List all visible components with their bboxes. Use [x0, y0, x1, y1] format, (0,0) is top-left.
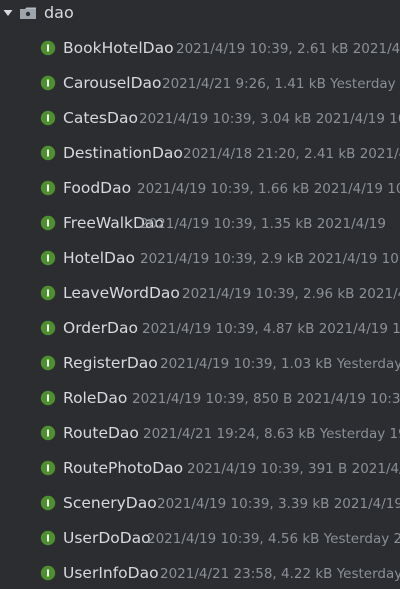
- file-meta: 2021/4/19 10:39, 2.96 kB 2021/4/: [182, 286, 400, 302]
- file-row[interactable]: I FoodDao 2021/4/19 10:39, 1.66 kB 2021/4/…: [0, 174, 400, 202]
- file-meta: 2021/4/19 10:39, 3.39 kB 2021/4/19: [157, 496, 400, 512]
- file-name: RegisterDao: [63, 354, 158, 372]
- file-meta: 2021/4/21 9:26, 1.41 kB Yesterday 9:2: [162, 76, 400, 92]
- file-meta: 2021/4/19 10:39, 4.87 kB 2021/4/19 10:3: [142, 321, 400, 337]
- interface-icon: I: [40, 460, 56, 476]
- interface-icon: I: [40, 180, 56, 196]
- interface-icon: I: [40, 355, 56, 371]
- folder-row-dao[interactable]: dao: [0, 0, 400, 28]
- interface-icon: I: [40, 215, 56, 231]
- file-meta: 2021/4/18 21:20, 2.41 kB 2021/4/: [183, 146, 400, 162]
- svg-text:I: I: [46, 219, 50, 230]
- file-meta: 2021/4/19 10:39, 1.35 kB 2021/4/19: [140, 216, 386, 232]
- svg-text:I: I: [46, 359, 50, 370]
- file-row[interactable]: I HotelDao 2021/4/19 10:39, 2.9 kB 2021/4/…: [0, 244, 400, 272]
- file-meta: 2021/4/19 10:39, 4.56 kB Yesterday 23: [147, 531, 400, 547]
- interface-icon: I: [40, 75, 56, 91]
- file-name: RoutePhotoDao: [63, 459, 184, 477]
- svg-text:I: I: [46, 254, 50, 265]
- file-row[interactable]: I RouteDao 2021/4/21 19:24, 8.63 kB Yester…: [0, 419, 400, 447]
- file-row[interactable]: I LeaveWordDao 2021/4/19 10:39, 2.96 kB 20…: [0, 279, 400, 307]
- file-row[interactable]: I CarouselDao 2021/4/21 9:26, 1.41 kB Yest…: [0, 69, 400, 97]
- file-meta: 2021/4/19 10:39, 3.04 kB 2021/4/19 10:3: [139, 111, 400, 127]
- svg-text:I: I: [46, 499, 50, 510]
- svg-text:I: I: [46, 464, 50, 475]
- interface-icon: I: [40, 40, 56, 56]
- file-name: CarouselDao: [63, 74, 162, 92]
- chevron-down-icon[interactable]: [2, 7, 14, 19]
- file-row[interactable]: I UserInfoDao 2021/4/21 23:58, 4.22 kB Yes…: [0, 559, 400, 587]
- svg-text:I: I: [46, 184, 50, 195]
- svg-text:I: I: [46, 429, 50, 440]
- file-row[interactable]: I BookHotelDao 2021/4/19 10:39, 2.61 kB 20…: [0, 34, 400, 62]
- file-name: RoleDao: [63, 389, 128, 407]
- file-meta: 2021/4/21 23:58, 4.22 kB Yesterday 2: [160, 566, 400, 582]
- file-name: DestinationDao: [63, 144, 183, 162]
- file-meta: 2021/4/19 10:39, 850 B 2021/4/19 10:35: [132, 391, 400, 407]
- svg-text:I: I: [46, 44, 50, 55]
- file-name: HotelDao: [63, 249, 135, 267]
- interface-icon: I: [40, 495, 56, 511]
- svg-text:I: I: [46, 394, 50, 405]
- file-row[interactable]: I OrderDao 2021/4/19 10:39, 4.87 kB 2021/4…: [0, 314, 400, 342]
- interface-icon: I: [40, 145, 56, 161]
- file-meta: 2021/4/21 19:24, 8.63 kB Yesterday 19:2: [143, 426, 400, 442]
- interface-icon: I: [40, 425, 56, 441]
- file-meta: 2021/4/19 10:39, 391 B 2021/4/1: [187, 461, 400, 477]
- file-meta: 2021/4/19 10:39, 1.66 kB 2021/4/19 10:3: [137, 181, 400, 197]
- file-name: BookHotelDao: [63, 39, 174, 57]
- file-row[interactable]: I UserDoDao 2021/4/19 10:39, 4.56 kB Yeste…: [0, 524, 400, 552]
- file-meta: 2021/4/19 10:39, 2.61 kB 2021/4/2: [176, 41, 400, 57]
- svg-text:I: I: [46, 534, 50, 545]
- file-row[interactable]: I RoleDao 2021/4/19 10:39, 850 B 2021/4/19…: [0, 384, 400, 412]
- file-name: OrderDao: [63, 319, 138, 337]
- file-name: LeaveWordDao: [63, 284, 180, 302]
- project-tree: dao I BookHotelDao 2021/4/19 10:39, 2.61 k…: [0, 0, 400, 589]
- file-row[interactable]: I SceneryDao 2021/4/19 10:39, 3.39 kB 2021…: [0, 489, 400, 517]
- svg-text:I: I: [46, 114, 50, 125]
- file-row[interactable]: I CatesDao 2021/4/19 10:39, 3.04 kB 2021/4…: [0, 104, 400, 132]
- interface-icon: I: [40, 530, 56, 546]
- interface-icon: I: [40, 250, 56, 266]
- file-name: UserInfoDao: [63, 564, 159, 582]
- file-row[interactable]: I RegisterDao 2021/4/19 10:39, 1.03 kB Yes…: [0, 349, 400, 377]
- interface-icon: I: [40, 390, 56, 406]
- interface-icon: I: [40, 110, 56, 126]
- folder-icon: [20, 7, 36, 19]
- file-name: UserDoDao: [63, 529, 151, 547]
- interface-icon: I: [40, 320, 56, 336]
- svg-text:I: I: [46, 569, 50, 580]
- file-row[interactable]: I RoutePhotoDao 2021/4/19 10:39, 391 B 202…: [0, 454, 400, 482]
- file-name: CatesDao: [63, 109, 138, 127]
- svg-text:I: I: [46, 324, 50, 335]
- file-name: SceneryDao: [63, 494, 157, 512]
- svg-text:I: I: [46, 79, 50, 90]
- interface-icon: I: [40, 565, 56, 581]
- file-row[interactable]: I FreeWalkDao 2021/4/19 10:39, 1.35 kB 202…: [0, 209, 400, 237]
- file-meta: 2021/4/19 10:39, 1.03 kB Yesterday 2: [160, 356, 400, 372]
- svg-text:I: I: [46, 149, 50, 160]
- svg-text:I: I: [46, 289, 50, 300]
- file-name: RouteDao: [63, 424, 139, 442]
- file-row[interactable]: I DestinationDao 2021/4/18 21:20, 2.41 kB …: [0, 139, 400, 167]
- file-name: FoodDao: [63, 179, 132, 197]
- interface-icon: I: [40, 285, 56, 301]
- folder-label: dao: [44, 3, 74, 22]
- file-meta: 2021/4/19 10:39, 2.9 kB 2021/4/19 10:35: [140, 251, 400, 267]
